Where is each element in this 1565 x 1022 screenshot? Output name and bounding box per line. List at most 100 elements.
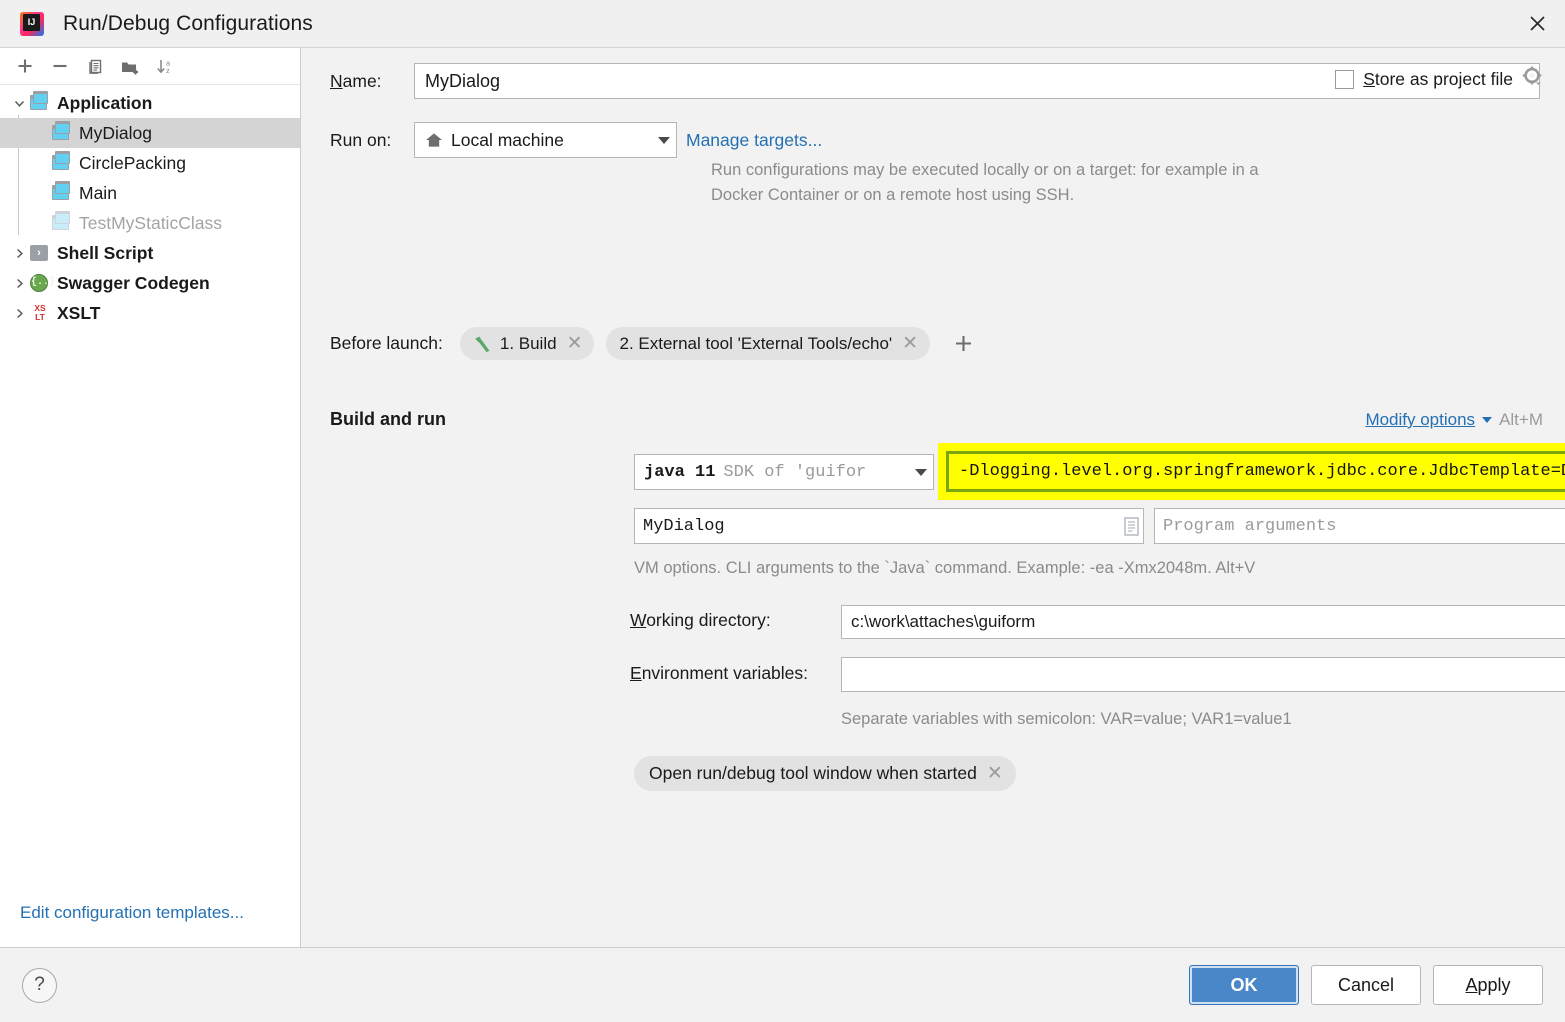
modify-options-shortcut: Alt+M [1499, 410, 1543, 429]
dialog-body: a z Application MyDialog CirclePacking M… [0, 48, 1565, 948]
vm-options-hint: VM options. CLI arguments to the `Java` … [634, 559, 1256, 577]
before-launch-item-label: 2. External tool 'External Tools/echo' [619, 333, 893, 353]
copy-configuration-button[interactable] [79, 51, 111, 81]
store-as-project-file-row: Store as project file [1335, 66, 1543, 92]
chevron-down-icon [1482, 417, 1493, 423]
tree-item-label: XSLT [57, 302, 101, 323]
working-directory-input[interactable]: c:\work\attaches\guiform [841, 605, 1565, 639]
tree-item-circlepacking[interactable]: CirclePacking [0, 148, 300, 178]
sort-configurations-button[interactable]: a z [149, 51, 181, 81]
working-directory-value: c:\work\attaches\guiform [851, 612, 1036, 631]
tree-item-mydialog[interactable]: MyDialog [0, 118, 300, 148]
configurations-tree[interactable]: Application MyDialog CirclePacking Main … [0, 85, 300, 903]
chevron-right-icon[interactable] [8, 247, 30, 260]
application-icon [52, 153, 72, 173]
dialog-footer: ? OK Cancel Apply [0, 948, 1565, 1022]
new-folder-button[interactable] [114, 51, 146, 81]
jdk-name: java 11 [644, 462, 716, 482]
tree-item-application[interactable]: Application [0, 88, 300, 118]
store-as-project-file-label: Store as project file [1363, 68, 1513, 89]
dialog-title: Run/Debug Configurations [63, 11, 313, 35]
vm-options-highlight: -Dlogging.level.org.springframework.jdbc… [938, 443, 1565, 500]
edit-configuration-templates-link[interactable]: Edit configuration templates... [20, 903, 244, 922]
title-bar: Run/Debug Configurations [0, 0, 1565, 48]
configurations-sidebar: a z Application MyDialog CirclePacking M… [0, 48, 301, 947]
remove-before-launch-item-icon[interactable]: ✕ [567, 332, 583, 355]
tree-item-label: Shell Script [57, 242, 154, 263]
main-class-value: MyDialog [643, 516, 725, 536]
jdk-dropdown[interactable]: java 11 SDK of 'guifor [634, 454, 934, 490]
apply-button[interactable]: Apply [1433, 965, 1543, 1005]
tree-item-xslt[interactable]: XS LT XSLT [0, 298, 300, 328]
before-launch-label: Before launch: [330, 333, 443, 353]
run-on-label: Run on: [330, 129, 392, 150]
configuration-editor-panel: Name: MyDialog Store as project file Run… [301, 48, 1565, 947]
run-on-value: Local machine [451, 129, 564, 150]
tree-item-shell-script[interactable]: › Shell Script [0, 238, 300, 268]
main-class-input[interactable]: MyDialog [634, 508, 1144, 544]
application-icon [52, 123, 72, 143]
chevron-down-icon [915, 468, 927, 476]
name-label: Name: [330, 70, 382, 91]
environment-variables-hint: Separate variables with semicolon: VAR=v… [841, 710, 1292, 728]
tree-item-testmystaticclass[interactable]: TestMyStaticClass [0, 208, 300, 238]
tree-item-swagger-codegen[interactable]: {..} Swagger Codegen [0, 268, 300, 298]
add-configuration-button[interactable] [9, 51, 41, 81]
ok-button[interactable]: OK [1189, 965, 1299, 1005]
tree-item-label: TestMyStaticClass [79, 212, 222, 233]
environment-variables-label: Environment variables: [630, 663, 809, 683]
remove-configuration-button[interactable] [44, 51, 76, 81]
before-launch-row: Before launch: 1. Build ✕ 2. External to… [330, 327, 978, 360]
help-button[interactable]: ? [22, 967, 57, 1003]
run-on-dropdown[interactable]: Local machine [414, 122, 677, 158]
modify-options-row: Modify options Alt+M [1365, 410, 1543, 430]
xslt-icon: XS LT [34, 303, 46, 322]
vm-options-value: -Dlogging.level.org.springframework.jdbc… [959, 462, 1565, 481]
run-on-row: Run on: Local machine [330, 122, 677, 158]
intellij-idea-logo-icon [20, 11, 44, 36]
svg-text:z: z [166, 66, 170, 75]
build-and-run-section-title: Build and run [330, 409, 446, 429]
close-icon[interactable] [1509, 0, 1565, 46]
manage-targets-link[interactable]: Manage targets... [686, 130, 822, 151]
tree-item-label: MyDialog [79, 122, 152, 143]
main-class-field-icons [1124, 516, 1139, 536]
tree-item-main[interactable]: Main [0, 178, 300, 208]
dialog-buttons: OK Cancel Apply [1189, 965, 1543, 1005]
chevron-right-icon[interactable] [8, 307, 30, 320]
program-arguments-placeholder: Program arguments [1163, 516, 1337, 536]
macro-list-icon[interactable] [1124, 516, 1139, 536]
application-icon [52, 213, 72, 233]
tree-item-label: Swagger Codegen [57, 272, 210, 293]
tree-item-label: Application [57, 92, 153, 113]
chevron-down-icon[interactable] [8, 97, 30, 110]
before-launch-item-build[interactable]: 1. Build ✕ [459, 327, 595, 360]
environment-variables-input[interactable] [841, 657, 1565, 692]
open-tool-window-chip-label: Open run/debug tool window when started [649, 763, 977, 783]
application-icon [52, 183, 72, 203]
chevron-down-icon [658, 136, 670, 144]
jdk-description: SDK of 'guifor [723, 462, 867, 482]
shell-script-icon: › [30, 243, 50, 263]
remove-before-launch-item-icon[interactable]: ✕ [902, 332, 918, 355]
vm-options-input[interactable]: -Dlogging.level.org.springframework.jdbc… [946, 451, 1565, 492]
chevron-right-icon[interactable] [8, 277, 30, 290]
working-directory-label: Working directory: [630, 610, 771, 630]
build-hammer-icon [473, 335, 492, 353]
remove-open-tool-window-icon[interactable]: ✕ [987, 762, 1003, 785]
cancel-button[interactable]: Cancel [1311, 965, 1421, 1005]
application-icon [30, 93, 50, 113]
gear-icon[interactable] [1522, 66, 1543, 92]
swagger-codegen-icon: {..} [30, 273, 55, 293]
tree-item-label: Main [79, 182, 117, 203]
add-before-launch-task-button[interactable] [948, 329, 978, 359]
before-launch-item-external-tool[interactable]: 2. External tool 'External Tools/echo' ✕ [606, 327, 931, 360]
store-as-project-file-checkbox[interactable] [1335, 69, 1355, 89]
program-arguments-input[interactable]: Program arguments [1154, 508, 1565, 544]
tree-item-label: CirclePacking [79, 152, 186, 173]
before-launch-item-label: 1. Build [499, 333, 557, 353]
open-tool-window-chip[interactable]: Open run/debug tool window when started … [634, 756, 1016, 791]
home-icon [425, 132, 443, 148]
modify-options-link[interactable]: Modify options [1365, 410, 1475, 430]
run-debug-configurations-dialog: Run/Debug Configurations [0, 0, 1565, 1022]
